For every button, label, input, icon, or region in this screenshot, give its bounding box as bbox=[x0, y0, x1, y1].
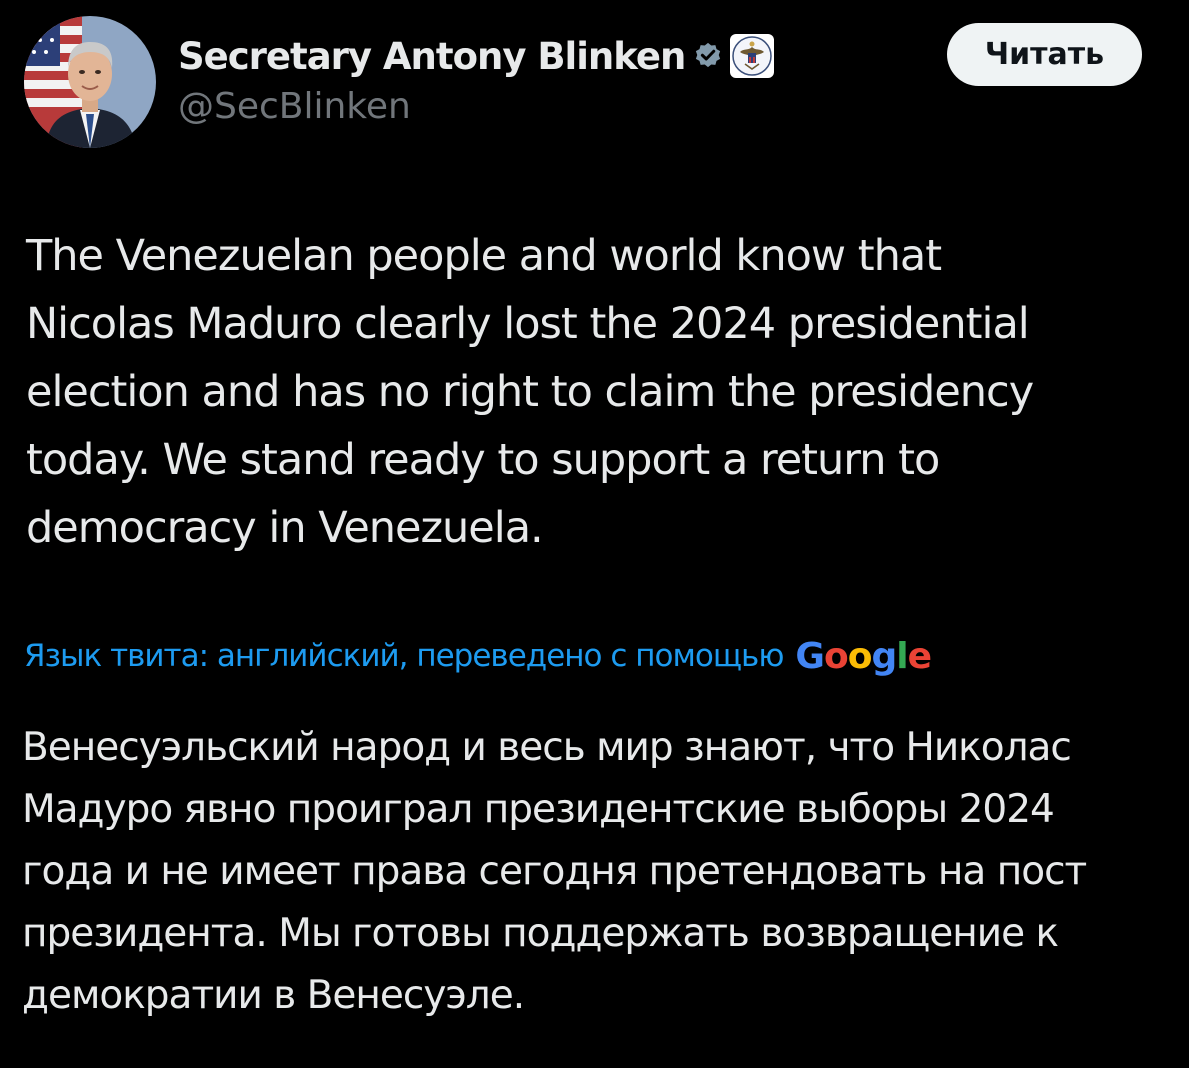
avatar[interactable] bbox=[24, 16, 156, 148]
tweet-text-line: today. We stand ready to support a retur… bbox=[26, 435, 940, 485]
tweet-text-line: The Venezuelan people and world know tha… bbox=[26, 231, 942, 281]
translated-text-line: президента. Мы готовы поддержать возвращ… bbox=[22, 911, 1059, 956]
author-display-name[interactable]: Secretary Antony Blinken bbox=[178, 35, 686, 78]
translated-text-line: года и не имеет права сегодня претендова… bbox=[22, 849, 1087, 894]
tweet-text-line: election and has no right to claim the p… bbox=[26, 367, 1034, 417]
avatar-photo bbox=[24, 16, 156, 148]
tweet-text-line: democracy in Venezuela. bbox=[26, 503, 544, 553]
verified-badge-icon[interactable] bbox=[693, 41, 723, 71]
translated-text-line: Венесуэльский народ и весь мир знают, чт… bbox=[22, 725, 1072, 770]
google-logo-letter: e bbox=[907, 635, 932, 677]
google-logo-letter: g bbox=[871, 635, 897, 677]
us-state-department-seal-icon[interactable] bbox=[729, 33, 775, 79]
google-logo-letter: l bbox=[896, 635, 908, 677]
translated-text: Венесуэльский народ и весь мир знают, чт… bbox=[22, 717, 1172, 1027]
translated-text-line: демократии в Венесуэле. bbox=[22, 973, 525, 1018]
google-logo-letter: G bbox=[795, 635, 825, 677]
translation-attribution: Язык твита: английский, переведено с пом… bbox=[24, 628, 932, 684]
translation-label[interactable]: Язык твита: английский, переведено с пом… bbox=[24, 638, 784, 674]
author-handle[interactable]: @SecBlinken bbox=[178, 86, 411, 127]
tweet-text-line: Nicolas Maduro clearly lost the 2024 pre… bbox=[26, 299, 1030, 349]
follow-button[interactable]: Читать bbox=[947, 23, 1142, 86]
translated-text-line: Мадуро явно проиграл президентские выбор… bbox=[22, 787, 1055, 832]
google-logo-letter: o bbox=[823, 635, 849, 677]
tweet-text: The Venezuelan people and world know tha… bbox=[26, 222, 1166, 562]
google-logo-letter: o bbox=[847, 635, 873, 677]
author-name-row: Secretary Antony Blinken bbox=[178, 30, 775, 82]
google-logo: Google bbox=[795, 635, 932, 677]
